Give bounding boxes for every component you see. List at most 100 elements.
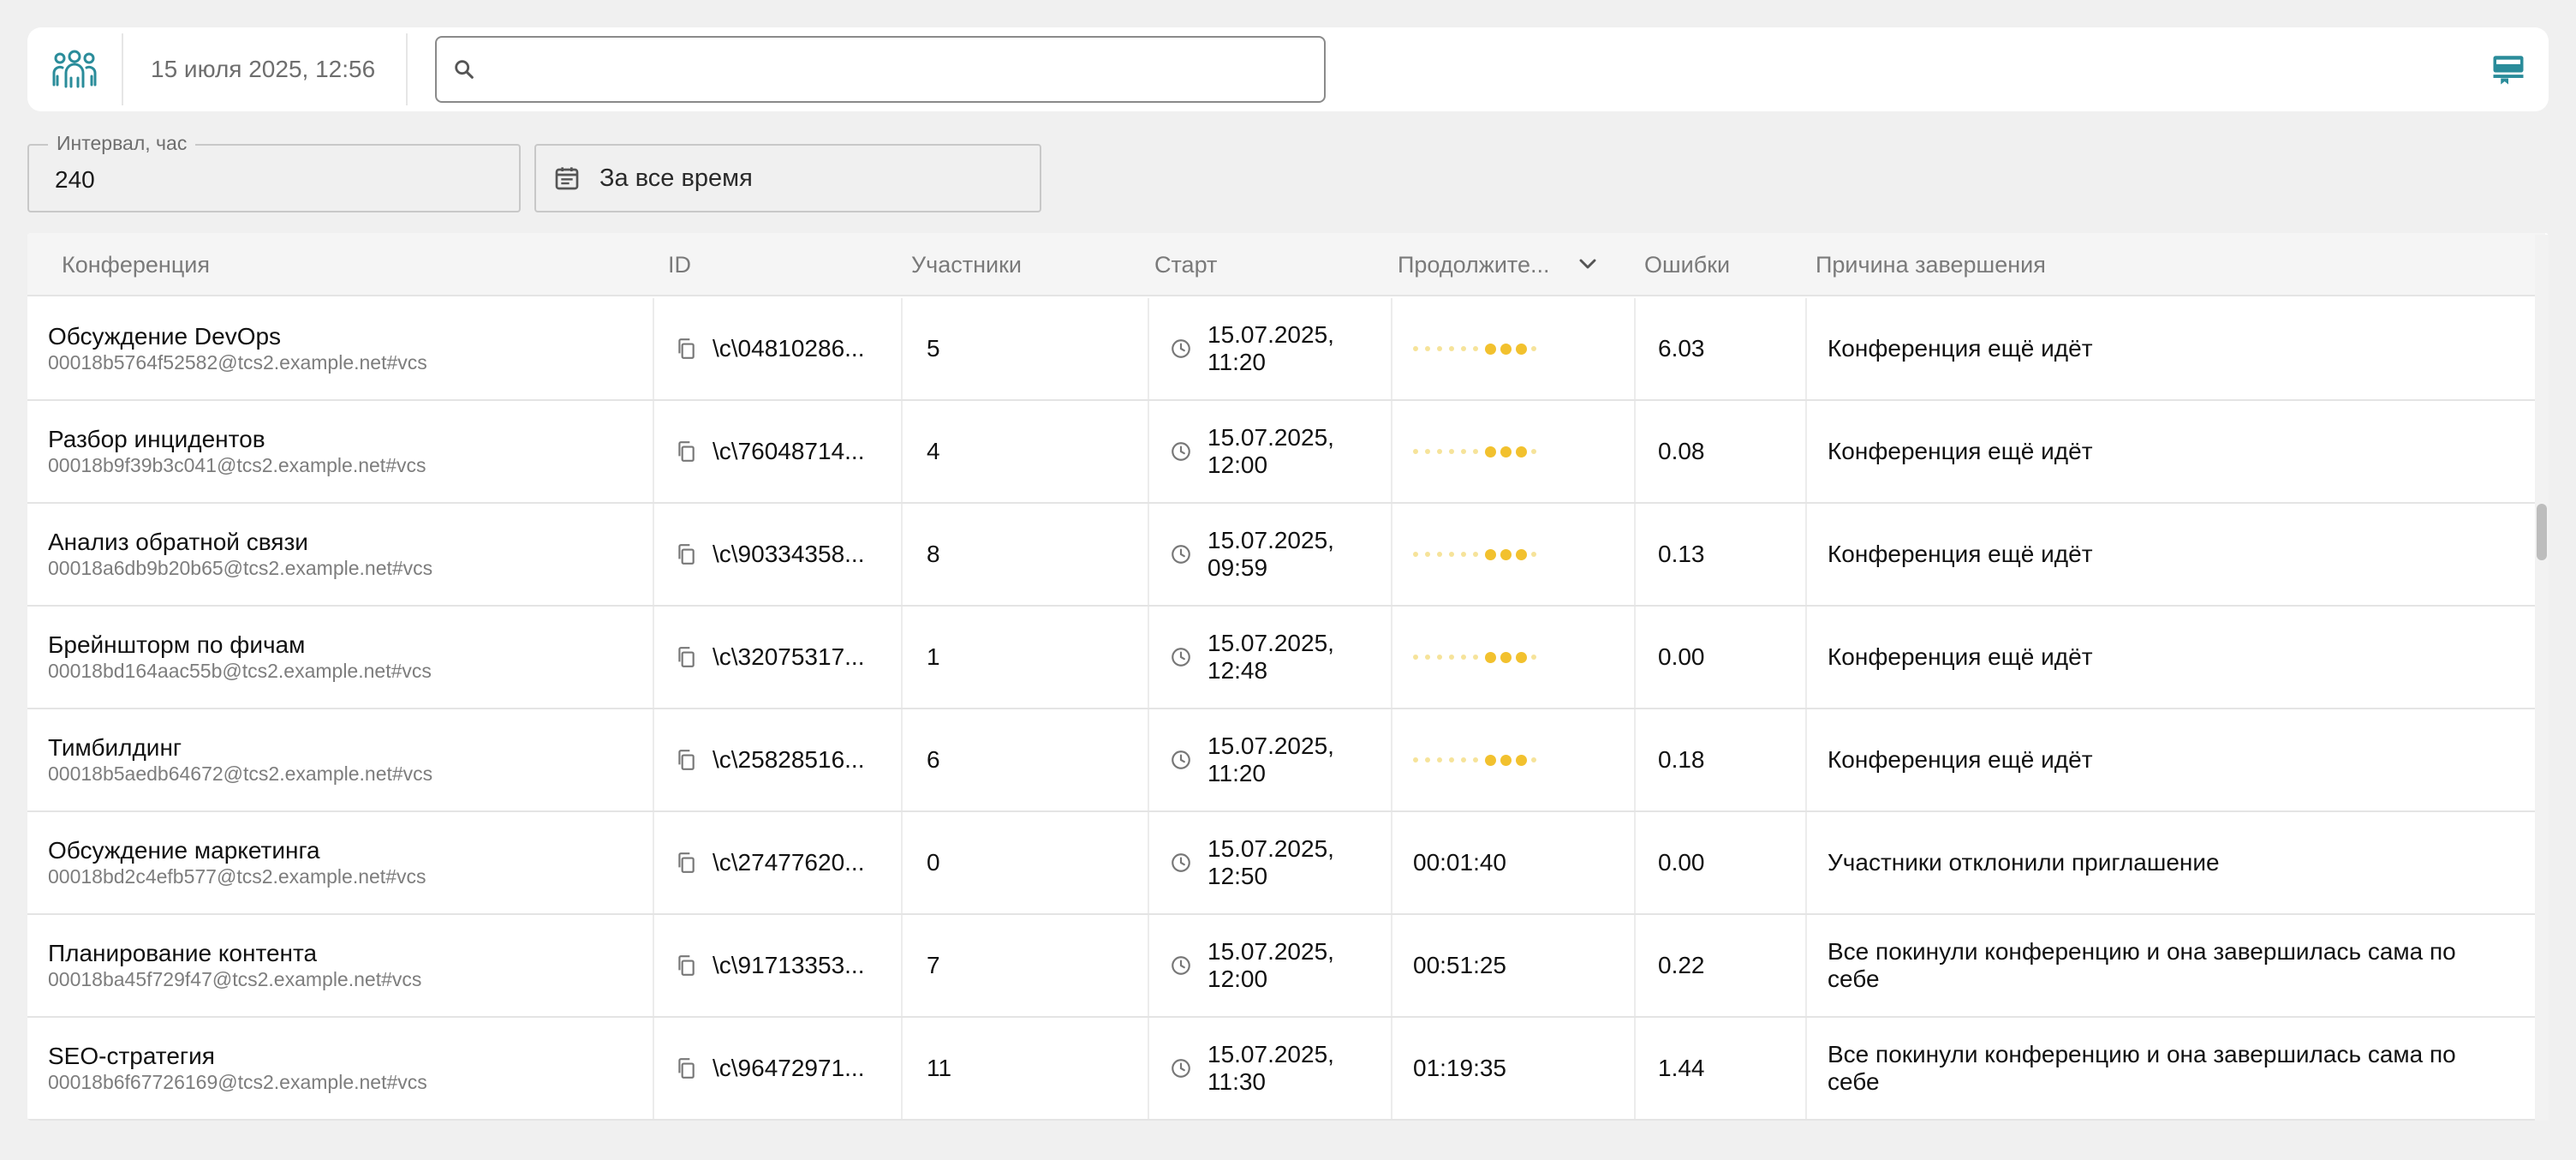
period-label: За все время xyxy=(599,164,753,192)
start-date: 15.07.2025, xyxy=(1208,424,1334,451)
copy-icon[interactable] xyxy=(675,1056,697,1080)
cell-divider xyxy=(1148,607,1149,708)
search-box[interactable] xyxy=(435,36,1326,103)
conference-address: 00018b5764f52582@tcs2.example.net#vcs xyxy=(48,351,427,374)
copy-icon[interactable] xyxy=(675,439,697,463)
table-row[interactable]: Брейншторм по фичам 00018bd164aac55b@tcs2… xyxy=(27,607,2537,709)
cell-divider xyxy=(1634,709,1636,810)
start-datetime: 15.07.2025, 12:00 xyxy=(1208,938,1334,993)
cell-divider xyxy=(653,607,654,708)
interval-input[interactable]: 240 xyxy=(55,166,95,194)
panel-toggle-button[interactable] xyxy=(2487,48,2530,91)
scrollbar-thumb[interactable] xyxy=(2537,504,2547,560)
conference-name: Анализ обратной связи xyxy=(48,529,308,555)
conference-name: Обсуждение маркетинга xyxy=(48,837,320,864)
end-reason: Конференция ещё идёт xyxy=(1828,643,2093,670)
clock-icon xyxy=(1172,648,1190,667)
conference-cell: Брейншторм по фичам 00018bd164aac55b@tcs2… xyxy=(48,607,665,708)
start-cell: 15.07.2025, 11:20 xyxy=(1170,709,1392,810)
start-cell: 15.07.2025, 11:30 xyxy=(1170,1018,1392,1119)
conference-id: \c\32075317... xyxy=(713,643,865,670)
cell-divider xyxy=(1391,709,1392,810)
start-cell: 15.07.2025, 12:50 xyxy=(1170,812,1392,913)
cell-divider xyxy=(1634,298,1636,399)
participants-count: 11 xyxy=(927,1055,952,1081)
conference-cell: Разбор инцидентов 00018b9f39b3c041@tcs2.e… xyxy=(48,401,665,502)
copy-icon[interactable] xyxy=(675,542,697,566)
conference-name: Планирование контента xyxy=(48,940,318,966)
copy-icon[interactable] xyxy=(675,337,697,361)
copy-icon[interactable] xyxy=(675,851,697,875)
reason-cell: Все покинули конференцию и она завершила… xyxy=(1828,1018,2513,1119)
column-participants[interactable]: Участники xyxy=(911,252,1022,278)
chevron-down-icon[interactable] xyxy=(1574,250,1601,278)
reason-cell: Конференция ещё идёт xyxy=(1828,709,2513,810)
cell-divider xyxy=(653,812,654,913)
copy-icon[interactable] xyxy=(675,954,697,978)
id-cell: \c\32075317... xyxy=(675,607,897,708)
id-cell: \c\96472971... xyxy=(675,1018,897,1119)
participants-count: 8 xyxy=(927,541,940,567)
scrollbar-track[interactable] xyxy=(2535,235,2549,1121)
start-time: 12:00 xyxy=(1208,966,1268,992)
participants-count: 6 xyxy=(927,746,940,773)
end-reason: Конференция ещё идёт xyxy=(1828,335,2093,362)
column-id[interactable]: ID xyxy=(668,252,691,278)
errors-cell: 1.44 xyxy=(1658,1018,1795,1119)
period-selector[interactable]: За все время xyxy=(534,144,1041,212)
conference-cell: Тимбилдинг 00018b5aedb64672@tcs2.example.… xyxy=(48,709,665,810)
calendar-icon xyxy=(555,167,579,190)
column-reason[interactable]: Причина завершения xyxy=(1816,252,2046,278)
table-row[interactable]: Разбор инцидентов 00018b9f39b3c041@tcs2.e… xyxy=(27,401,2537,504)
duration-cell xyxy=(1413,709,1636,810)
errors-cell: 0.18 xyxy=(1658,709,1795,810)
clock-icon xyxy=(1172,750,1190,769)
conference-address: 00018b5aedb64672@tcs2.example.net#vcs xyxy=(48,762,433,785)
clock-icon xyxy=(1172,956,1190,975)
participants-count: 1 xyxy=(927,643,940,670)
table-row[interactable]: Тимбилдинг 00018b5aedb64672@tcs2.example.… xyxy=(27,709,2537,812)
participants-cell: 1 xyxy=(927,607,1132,708)
interval-field[interactable]: Интервал, час 240 xyxy=(27,132,521,212)
table-row[interactable]: Обсуждение маркетинга 00018bd2c4efb577@tc… xyxy=(27,812,2537,915)
start-date: 15.07.2025, xyxy=(1208,835,1334,862)
column-errors[interactable]: Ошибки xyxy=(1644,252,1730,278)
cell-divider xyxy=(1148,709,1149,810)
cell-divider xyxy=(1805,812,1807,913)
column-duration[interactable]: Продолжите... xyxy=(1398,252,1550,278)
clock-icon xyxy=(1172,545,1190,564)
copy-icon[interactable] xyxy=(675,748,697,772)
table-row[interactable]: Анализ обратной связи 00018a6db9b20b65@tc… xyxy=(27,504,2537,607)
start-time: 11:20 xyxy=(1208,760,1266,786)
id-cell: \c\91713353... xyxy=(675,915,897,1016)
participants-cell: 6 xyxy=(927,709,1132,810)
cell-divider xyxy=(1805,915,1807,1016)
copy-icon[interactable] xyxy=(675,645,697,669)
column-start[interactable]: Старт xyxy=(1154,252,1217,278)
conference-name: Обсуждение DevOps xyxy=(48,323,282,350)
cell-divider xyxy=(901,812,903,913)
conference-name: Разбор инцидентов xyxy=(48,426,265,452)
table-row[interactable]: Обсуждение DevOps 00018b5764f52582@tcs2.e… xyxy=(27,298,2537,401)
duration-value: 00:51:25 xyxy=(1413,952,1506,978)
reason-cell: Все покинули конференцию и она завершила… xyxy=(1828,915,2513,1016)
cell-divider xyxy=(1391,1018,1392,1119)
table-row[interactable]: SEO-стратегия 00018b6f67726169@tcs2.examp… xyxy=(27,1018,2537,1121)
table-row[interactable]: Планирование контента 00018ba45f729f47@tc… xyxy=(27,915,2537,1018)
cell-divider xyxy=(1148,298,1149,399)
conference-cell: Планирование контента 00018ba45f729f47@tc… xyxy=(48,915,665,1016)
column-conference[interactable]: Конференция xyxy=(62,252,210,278)
errors-cell: 0.00 xyxy=(1658,812,1795,913)
header-divider xyxy=(406,33,408,105)
start-time: 12:00 xyxy=(1208,451,1268,478)
conference-address: 00018bd164aac55b@tcs2.example.net#vcs xyxy=(48,660,432,682)
errors-value: 1.44 xyxy=(1658,1055,1705,1081)
id-cell: \c\04810286... xyxy=(675,298,897,399)
id-cell: \c\90334358... xyxy=(675,504,897,605)
cell-divider xyxy=(901,1018,903,1119)
start-time: 11:20 xyxy=(1208,349,1266,375)
search-input[interactable] xyxy=(488,44,1324,95)
start-datetime: 15.07.2025, 11:30 xyxy=(1208,1041,1334,1096)
cell-divider xyxy=(1148,401,1149,502)
logo[interactable] xyxy=(27,27,122,111)
